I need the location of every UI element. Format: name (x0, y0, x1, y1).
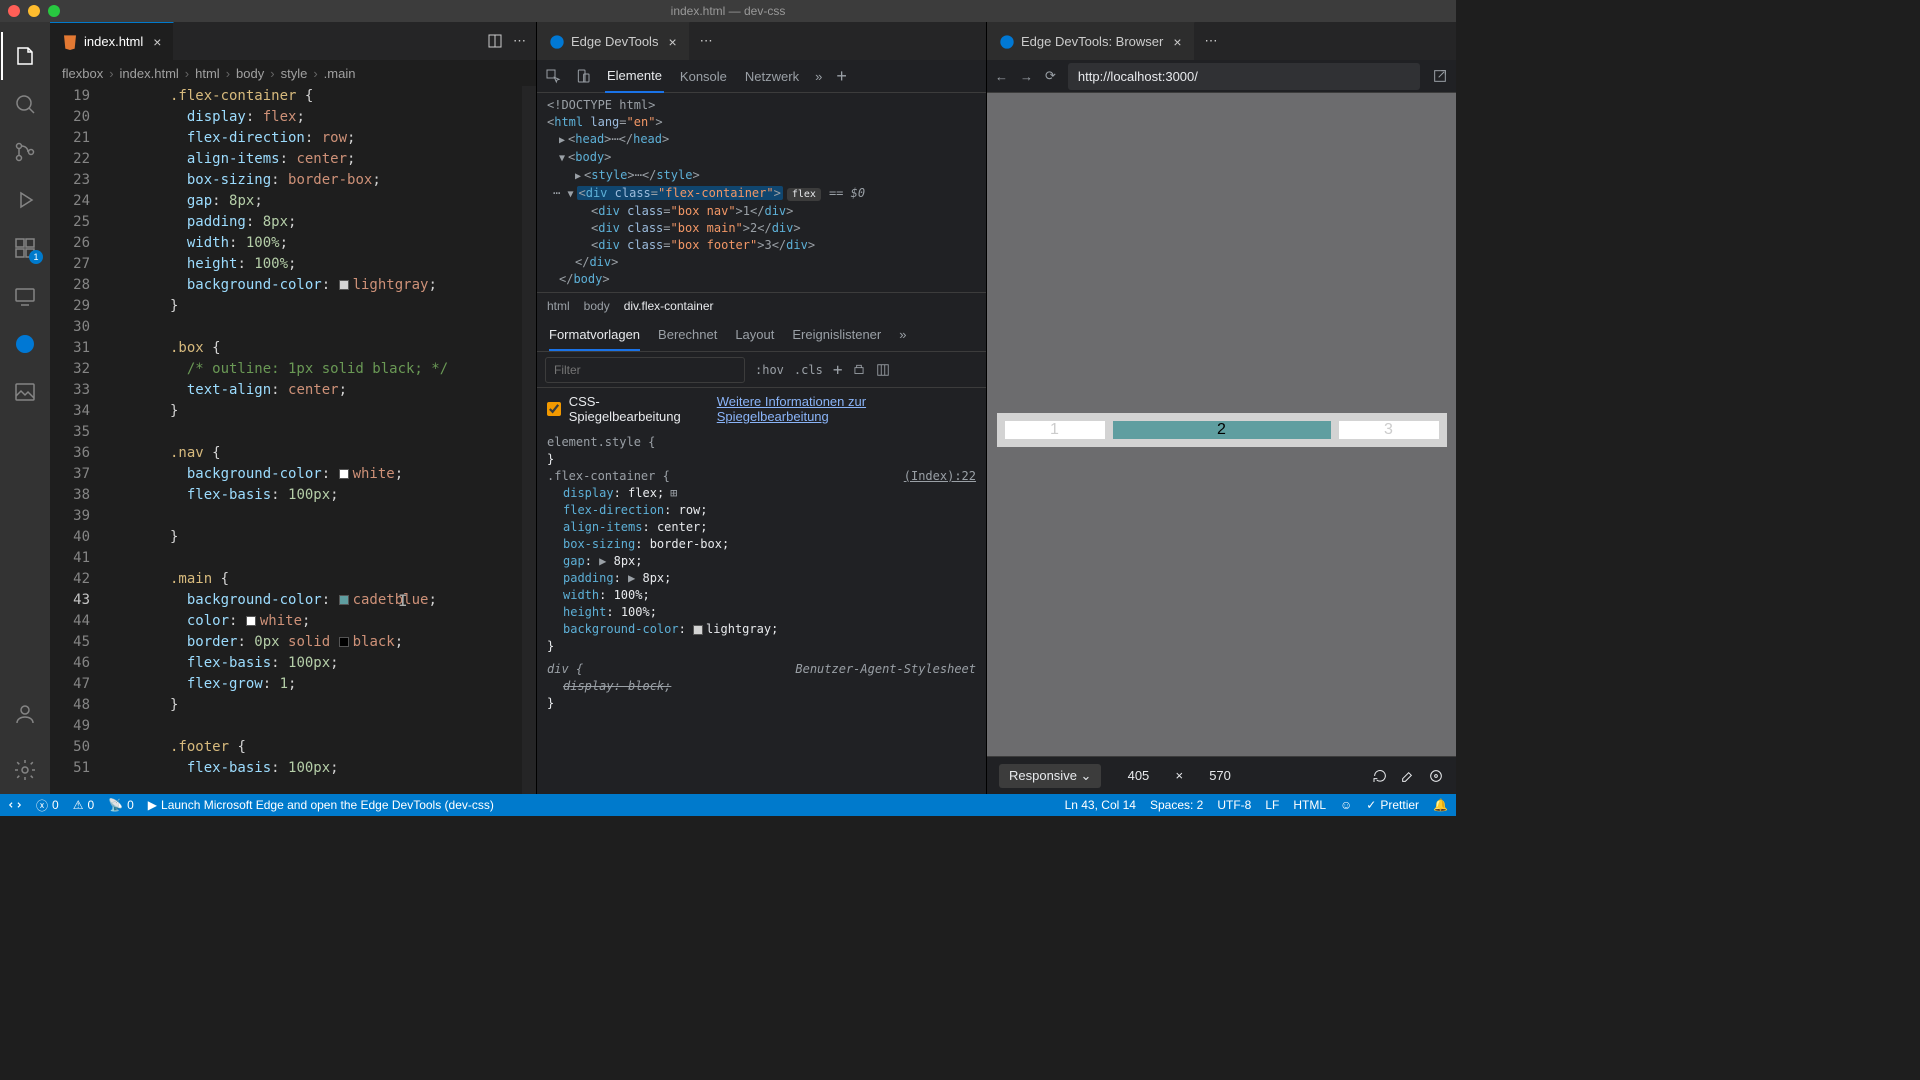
edge-tools-icon[interactable] (1, 320, 49, 368)
explorer-icon[interactable] (1, 32, 49, 80)
window-title: index.html — dev-css (671, 4, 786, 18)
responsive-dropdown[interactable]: Responsive ⌄ (999, 764, 1101, 788)
extensions-icon[interactable]: 1 (1, 224, 49, 272)
settings-icon[interactable] (1, 746, 49, 794)
more-icon[interactable]: ⋯ (1205, 33, 1218, 49)
add-tab-icon[interactable]: + (836, 66, 847, 87)
split-editor-icon[interactable] (487, 33, 503, 49)
edge-icon (999, 34, 1015, 50)
tab-edge-devtools[interactable]: Edge DevTools × (537, 22, 690, 60)
feedback-icon[interactable]: ☺ (1340, 798, 1352, 812)
tab-label: index.html (84, 34, 143, 49)
account-icon[interactable] (1, 690, 49, 738)
statusbar: ⓧ 0 ⚠ 0 📡 0 ▶ Launch Microsoft Edge and … (0, 794, 1456, 816)
indentation[interactable]: Spaces: 2 (1150, 798, 1203, 812)
forward-icon[interactable]: → (1020, 69, 1033, 84)
subtab-computed[interactable]: Berechnet (658, 327, 717, 342)
extensions-badge: 1 (29, 250, 43, 264)
eol[interactable]: LF (1265, 798, 1279, 812)
ports-count[interactable]: 📡 0 (108, 798, 134, 812)
search-icon[interactable] (1, 80, 49, 128)
prettier-status[interactable]: ✓ Prettier (1366, 798, 1419, 812)
inspect-icon[interactable] (545, 68, 561, 84)
activity-bar: 1 (0, 22, 50, 794)
subtab-listeners[interactable]: Ereignislistener (792, 327, 881, 342)
devtools-panel: Edge DevTools × ⋯ Elemente Konsole Netzw… (536, 22, 986, 794)
tab-index-html[interactable]: index.html × (50, 22, 174, 60)
text-cursor: I (398, 590, 408, 611)
css-mirror-row: CSS-Spiegelbearbeitung Weitere Informati… (537, 388, 986, 430)
dom-breadcrumb[interactable]: html body div.flex-container (537, 292, 986, 318)
color-picker-icon[interactable] (1400, 768, 1416, 784)
remote-indicator[interactable] (8, 798, 22, 812)
cls-toggle[interactable]: .cls (794, 363, 823, 377)
styles-filter-input[interactable] (545, 357, 745, 383)
back-icon[interactable]: ← (995, 69, 1008, 84)
open-external-icon[interactable] (1432, 68, 1448, 84)
flex-overlay-icon[interactable] (876, 363, 890, 377)
minimap[interactable] (522, 86, 536, 794)
edge-icon (549, 34, 565, 50)
styles-subtabs: Formatvorlagen Berechnet Layout Ereignis… (537, 318, 986, 352)
rendered-box-footer: 3 (1339, 421, 1439, 439)
new-rule-icon[interactable]: + (833, 360, 843, 379)
print-icon[interactable] (852, 363, 866, 377)
browser-viewport[interactable]: 1 2 3 (987, 93, 1456, 756)
language-mode[interactable]: HTML (1293, 798, 1326, 812)
warnings-count[interactable]: ⚠ 0 (73, 798, 94, 812)
close-window[interactable] (8, 5, 20, 17)
code-editor[interactable]: 1920212223242526272829303132333435363738… (50, 86, 536, 794)
browser-toolbar: ← → ⟳ (987, 60, 1456, 93)
titlebar: index.html — dev-css (0, 0, 1456, 22)
more-icon[interactable]: ⋯ (700, 33, 713, 49)
url-input[interactable] (1068, 63, 1420, 90)
hov-toggle[interactable]: :hov (755, 363, 784, 377)
close-icon[interactable]: × (1173, 34, 1181, 50)
launch-edge-button[interactable]: ▶ Launch Microsoft Edge and open the Edg… (148, 798, 494, 812)
tab-console[interactable]: Konsole (678, 61, 729, 92)
tab-edge-browser[interactable]: Edge DevTools: Browser × (987, 22, 1195, 60)
rendered-box-main: 2 (1113, 421, 1331, 439)
run-debug-icon[interactable] (1, 176, 49, 224)
subtab-styles[interactable]: Formatvorlagen (549, 327, 640, 351)
breadcrumb[interactable]: flexbox›index.html›html›body›style›.main (50, 60, 536, 86)
source-control-icon[interactable] (1, 128, 49, 176)
maximize-window[interactable] (48, 5, 60, 17)
viewport-width-input[interactable] (1113, 768, 1163, 783)
more-icon[interactable]: ⋯ (513, 33, 526, 49)
reload-icon[interactable]: ⟳ (1045, 68, 1056, 84)
styles-filterbar: :hov .cls + (537, 352, 986, 388)
cursor-position[interactable]: Ln 43, Col 14 (1065, 798, 1136, 812)
tab-elements[interactable]: Elemente (605, 60, 664, 93)
tab-network[interactable]: Netzwerk (743, 61, 801, 92)
image-icon[interactable] (1, 368, 49, 416)
remote-icon[interactable] (1, 272, 49, 320)
more-subtabs-icon[interactable]: » (899, 327, 906, 342)
editor-actions: ⋯ (477, 22, 536, 60)
browser-panel: Edge DevTools: Browser × ⋯ ← → ⟳ 1 2 3 R… (986, 22, 1456, 794)
notifications-icon[interactable]: 🔔 (1433, 798, 1448, 812)
styles-pane[interactable]: element.style { } .flex-container {(Inde… (537, 430, 986, 794)
editor-tabbar: index.html × ⋯ (50, 22, 536, 60)
window-controls[interactable] (8, 5, 60, 17)
minimize-window[interactable] (28, 5, 40, 17)
rotate-icon[interactable] (1372, 768, 1388, 784)
mirror-info-link[interactable]: Weitere Informationen zur Spiegelbearbei… (717, 394, 976, 424)
target-icon[interactable] (1428, 768, 1444, 784)
subtab-layout[interactable]: Layout (735, 327, 774, 342)
errors-count[interactable]: ⓧ 0 (36, 797, 59, 814)
rendered-box-nav: 1 (1005, 421, 1105, 439)
mirror-checkbox[interactable] (547, 402, 561, 416)
more-tabs-icon[interactable]: » (815, 69, 822, 84)
rendered-flex-container: 1 2 3 (997, 413, 1447, 447)
viewport-height-input[interactable] (1195, 768, 1245, 783)
close-icon[interactable]: × (153, 34, 161, 50)
dom-tree[interactable]: <!DOCTYPE html> <html lang="en"> ▶<head>… (537, 93, 986, 292)
device-icon[interactable] (575, 68, 591, 84)
devtools-toolbar: Elemente Konsole Netzwerk » + (537, 60, 986, 93)
encoding[interactable]: UTF-8 (1217, 798, 1251, 812)
responsive-toolbar: Responsive ⌄ × (987, 756, 1456, 794)
html-file-icon (62, 34, 78, 50)
close-icon[interactable]: × (668, 34, 676, 50)
